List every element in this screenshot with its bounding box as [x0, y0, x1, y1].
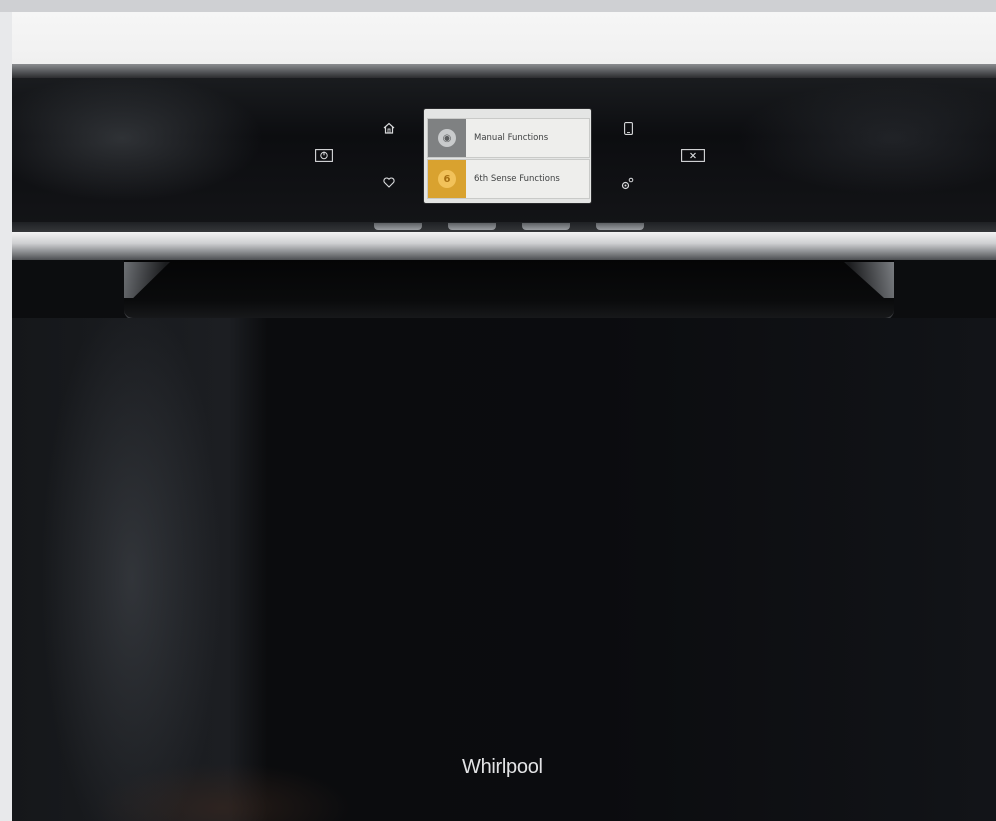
power-icon[interactable]	[314, 148, 334, 162]
door-handle[interactable]	[124, 260, 894, 320]
oven-door-glass	[12, 318, 996, 821]
home-icon[interactable]	[382, 121, 396, 135]
menu-item-6th-sense-functions[interactable]: 6 6th Sense Functions	[427, 159, 590, 199]
settings-icon[interactable]	[620, 176, 634, 190]
steel-bar	[12, 232, 996, 260]
touch-key[interactable]	[596, 223, 644, 230]
touch-keys	[372, 223, 652, 231]
menu-item-manual-functions[interactable]: ◉ Manual Functions	[427, 118, 590, 158]
cabinet-above	[12, 12, 996, 64]
touch-key[interactable]	[374, 223, 422, 230]
brand-logo: Whirlpool	[462, 756, 543, 778]
manual-functions-icon: ◉	[428, 119, 466, 157]
oven-top-trim	[12, 64, 996, 78]
top-frame	[0, 0, 996, 12]
6th-sense-icon: 6	[428, 160, 466, 198]
heart-icon[interactable]	[382, 176, 396, 188]
touch-key[interactable]	[522, 223, 570, 230]
left-wall	[0, 12, 12, 821]
menu-item-label: Manual Functions	[474, 133, 549, 143]
smartphone-icon[interactable]	[622, 121, 634, 135]
menu-item-label: 6th Sense Functions	[474, 174, 560, 184]
display-screen: ◉ Manual Functions 6 6th Sense Functions	[424, 109, 591, 203]
close-icon[interactable]	[680, 148, 706, 162]
touch-key[interactable]	[448, 223, 496, 230]
